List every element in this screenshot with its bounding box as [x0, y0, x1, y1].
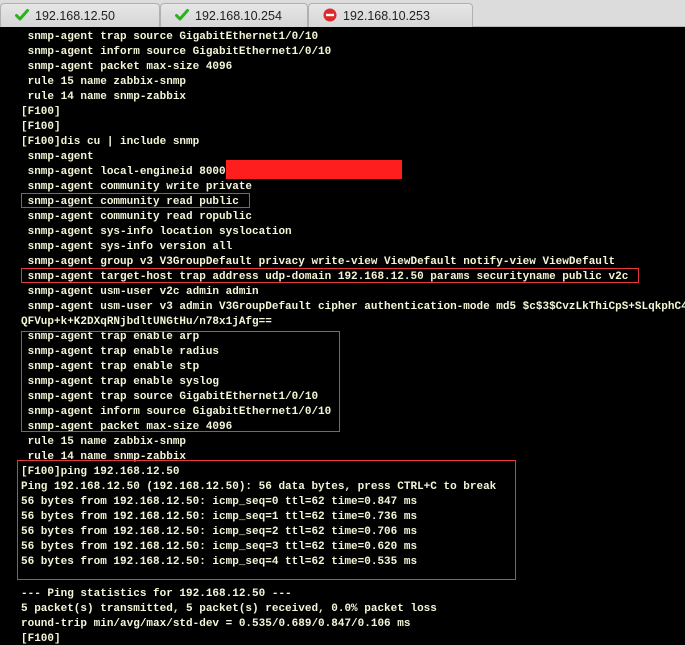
check-icon: [15, 9, 29, 21]
terminal-line: snmp-agent usm-user v3 admin V3GroupDefa…: [21, 301, 685, 313]
tab-label: 192.168.10.253: [343, 8, 430, 23]
terminal-line: snmp-agent trap enable stp: [21, 361, 200, 373]
terminal-line: snmp-agent sys-info location syslocation: [21, 226, 292, 238]
terminal-line: snmp-agent trap source GigabitEthernet1/…: [21, 31, 319, 43]
terminal-line: 56 bytes from 192.168.12.50: icmp_seq=3 …: [21, 541, 418, 553]
terminal-line: snmp-agent community read public: [21, 196, 239, 208]
terminal-line: --- Ping statistics for 192.168.12.50 --…: [21, 588, 292, 600]
terminal-line: snmp-agent community read ropublic: [21, 211, 253, 223]
terminal-line: snmp-agent: [21, 151, 94, 163]
terminal-line: snmp-agent trap enable syslog: [21, 376, 220, 388]
terminal-line: snmp-agent trap source GigabitEthernet1/…: [21, 391, 319, 403]
terminal-line: snmp-agent group v3 V3GroupDefault priva…: [21, 256, 616, 268]
terminal-line: snmp-agent inform source GigabitEthernet…: [21, 406, 332, 418]
redaction-box: [226, 160, 402, 179]
check-icon: [175, 9, 189, 21]
terminal-line: snmp-agent inform source GigabitEthernet…: [21, 46, 332, 58]
terminal-line: 56 bytes from 192.168.12.50: icmp_seq=4 …: [21, 556, 418, 568]
terminal-line: snmp-agent usm-user v2c admin admin: [21, 286, 259, 298]
terminal-line: [F100]dis cu | include snmp: [21, 136, 200, 148]
terminal-line: snmp-agent community write private: [21, 181, 253, 193]
terminal-line: QFVup+k+K2DXqRNjbdltUNGtHu/n78x1jAfg==: [21, 316, 272, 328]
terminal-line: snmp-agent sys-info version all: [21, 241, 233, 253]
terminal-line: Ping 192.168.12.50 (192.168.12.50): 56 d…: [21, 481, 497, 493]
terminal-line: snmp-agent trap enable radius: [21, 346, 220, 358]
tab-session-2[interactable]: 192.168.10.254: [160, 3, 308, 27]
blocked-icon: [323, 8, 337, 22]
session-tab-bar: 192.168.12.50 192.168.10.254 192.168.10.…: [0, 0, 685, 27]
terminal-line: [F100]: [21, 121, 61, 133]
terminal-line: round-trip min/avg/max/std-dev = 0.535/0…: [21, 618, 411, 630]
terminal-line: snmp-agent local-engineid 8000: [21, 166, 226, 178]
terminal-output[interactable]: [F100] round-trip min/avg/max/std-dev = 0…: [0, 27, 685, 645]
terminal-line: snmp-agent trap enable arp: [21, 331, 200, 343]
terminal-line: rule 15 name zabbix-snmp: [21, 76, 187, 88]
tab-label: 192.168.10.254: [195, 8, 282, 23]
terminal-line: [F100]ping 192.168.12.50: [21, 466, 180, 478]
terminal-line: rule 14 name snmp-zabbix: [21, 451, 187, 463]
terminal-line: snmp-agent target-host trap address udp-…: [21, 271, 629, 283]
terminal-line: rule 15 name zabbix-snmp: [21, 436, 187, 448]
terminal-line: 56 bytes from 192.168.12.50: icmp_seq=1 …: [21, 511, 418, 523]
terminal-line: 56 bytes from 192.168.12.50: icmp_seq=2 …: [21, 526, 418, 538]
tab-session-1[interactable]: 192.168.12.50: [0, 3, 160, 27]
terminal-line: [F100]: [21, 106, 61, 118]
tab-session-3[interactable]: 192.168.10.253: [308, 3, 473, 27]
tab-label: 192.168.12.50: [35, 8, 115, 23]
terminal-line: 5 packet(s) transmitted, 5 packet(s) rec…: [21, 603, 437, 615]
terminal-line: snmp-agent packet max-size 4096: [21, 61, 233, 73]
terminal-line: 56 bytes from 192.168.12.50: icmp_seq=0 …: [21, 496, 418, 508]
terminal-line: rule 14 name snmp-zabbix: [21, 91, 187, 103]
ssh-client-window: 192.168.12.50 192.168.10.254 192.168.10.…: [0, 0, 685, 645]
terminal-line: [F100]: [21, 633, 61, 645]
terminal-line: snmp-agent packet max-size 4096: [21, 421, 233, 433]
